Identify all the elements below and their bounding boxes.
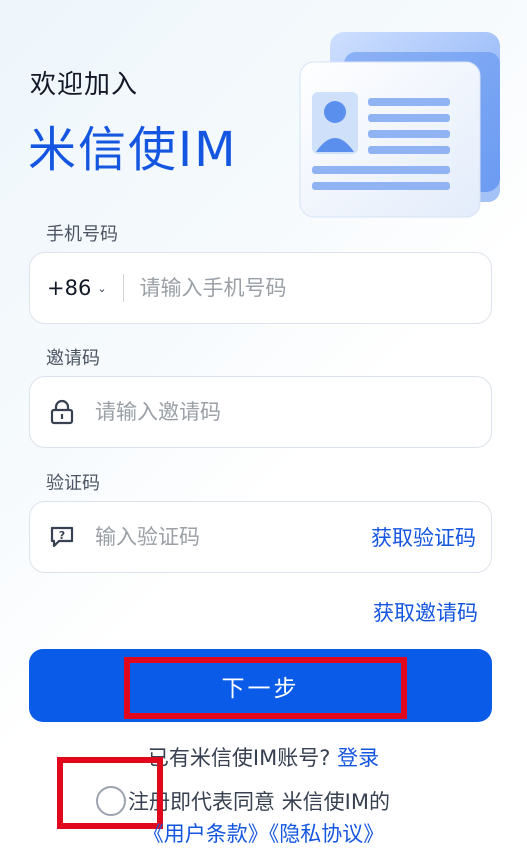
agree-checkbox[interactable]: [96, 786, 126, 816]
id-card-illustration: [299, 32, 500, 218]
login-prompt-text: 已有米信使IM账号?: [147, 746, 331, 770]
phone-input[interactable]: [139, 276, 491, 300]
country-code-selector[interactable]: +86 ⌄: [47, 276, 107, 300]
invite-code-input[interactable]: [95, 400, 491, 424]
lock-icon: [49, 399, 75, 425]
user-terms-link[interactable]: 《用户条款》: [143, 822, 269, 846]
get-code-link[interactable]: 获取验证码: [371, 522, 476, 552]
invite-label: 邀请码: [46, 348, 100, 369]
login-prompt: 已有米信使IM账号? 登录: [0, 742, 527, 772]
get-invite-code-link[interactable]: 获取邀请码: [373, 597, 478, 627]
divider: [122, 274, 124, 302]
welcome-text: 欢迎加入: [30, 70, 139, 100]
verify-label: 验证码: [46, 473, 100, 494]
invite-field: [29, 376, 492, 448]
agreement-row: 注册即代表同意 米信使IM的: [96, 786, 390, 816]
country-code: +86: [47, 276, 92, 300]
phone-label: 手机号码: [46, 224, 118, 245]
app-brand-title: 米信使IM: [28, 122, 238, 178]
svg-text:?: ?: [59, 529, 65, 542]
next-button[interactable]: 下一步: [29, 649, 492, 722]
terms-links: 《用户条款》《隐私协议》: [0, 818, 527, 848]
captcha-icon: ?: [49, 524, 75, 550]
verify-code-input[interactable]: [95, 525, 371, 549]
privacy-policy-link[interactable]: 《隐私协议》: [269, 822, 385, 846]
login-link[interactable]: 登录: [337, 746, 379, 770]
chevron-down-icon: ⌄: [97, 281, 107, 295]
phone-field: +86 ⌄: [29, 252, 492, 324]
agreement-text: 注册即代表同意 米信使IM的: [128, 790, 390, 814]
verify-field: ? 获取验证码: [29, 501, 492, 573]
